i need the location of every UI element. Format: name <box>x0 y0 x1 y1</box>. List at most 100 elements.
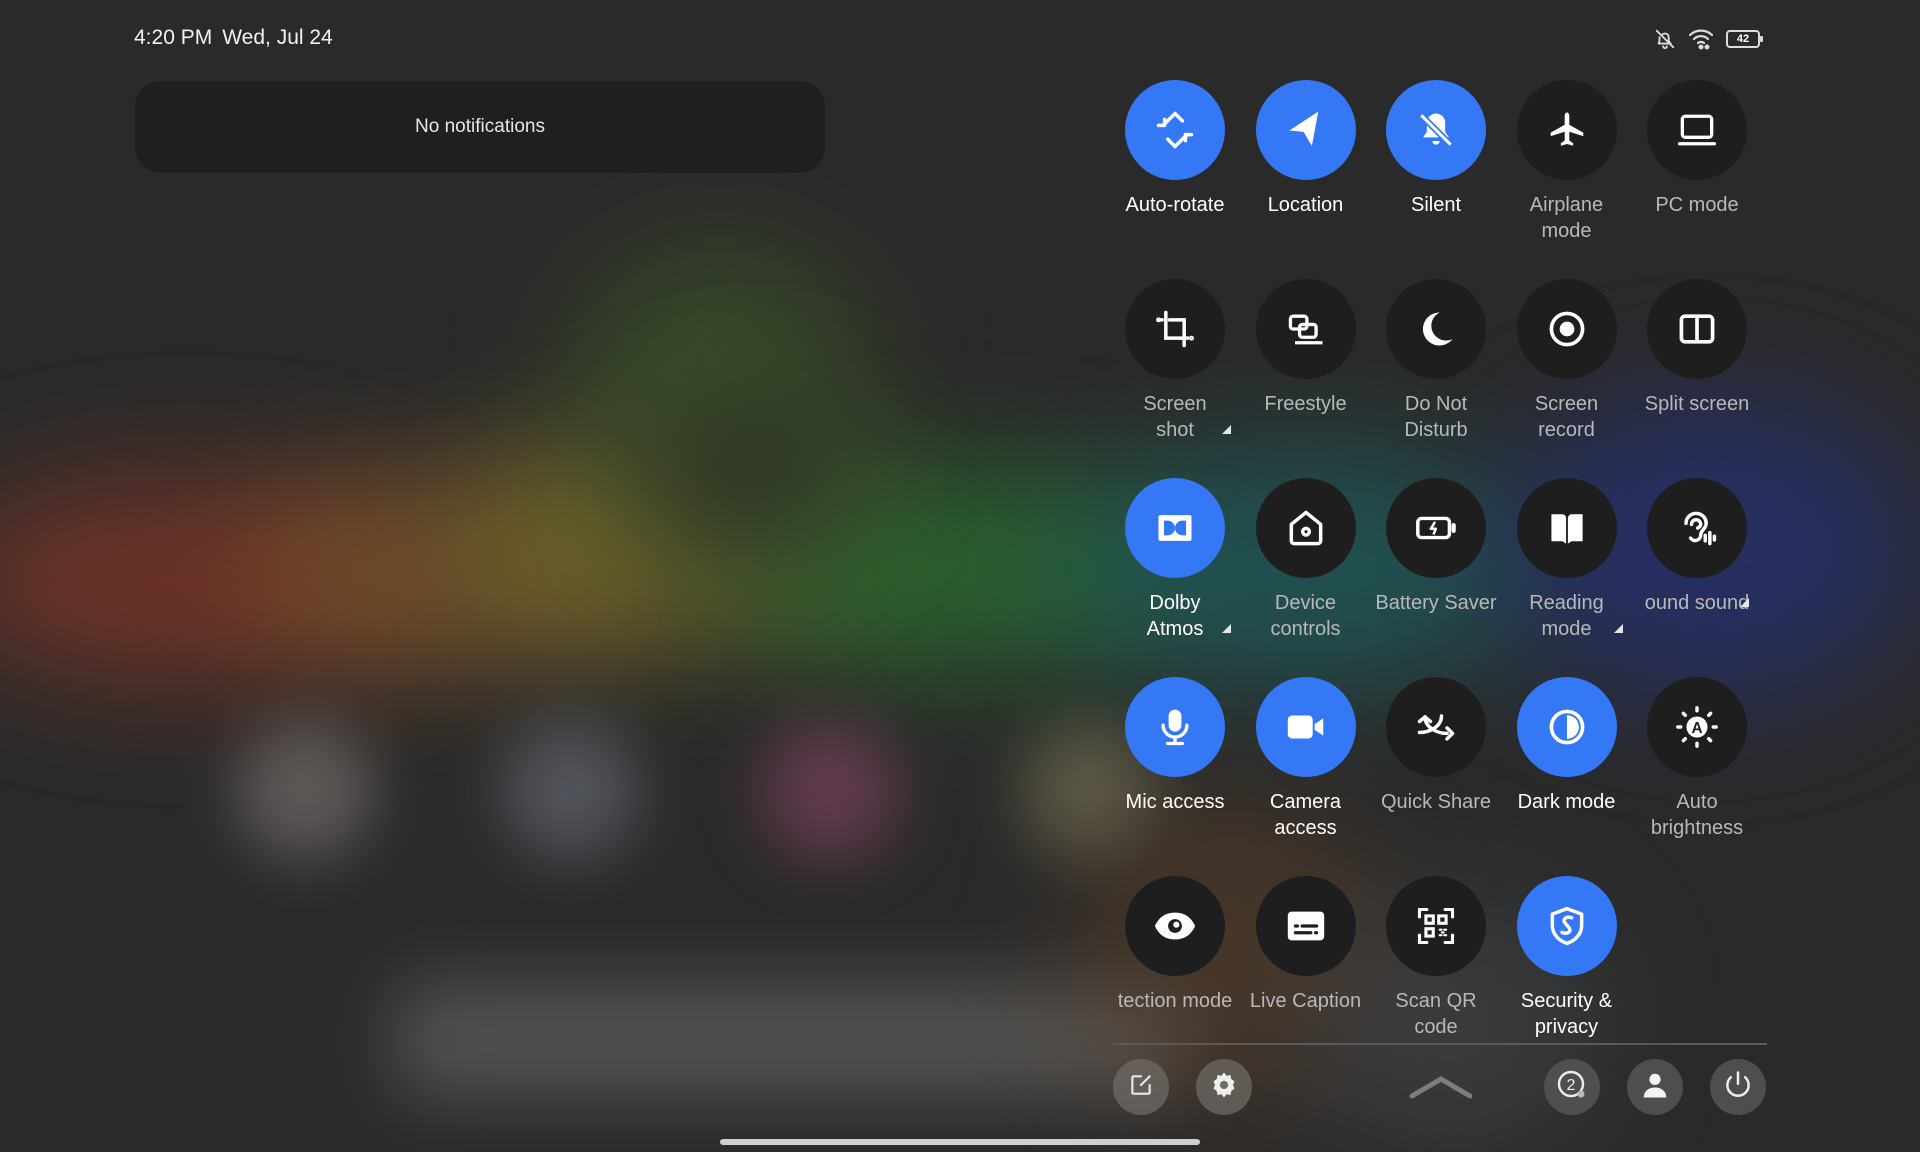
tile-toggle[interactable] <box>1386 876 1486 976</box>
tile-camera-access[interactable]: Camera access <box>1241 677 1371 841</box>
tile-toggle[interactable] <box>1125 279 1225 379</box>
tile-toggle[interactable] <box>1647 478 1747 578</box>
tile-label: Security & privacy <box>1520 990 1613 1038</box>
tile-toggle[interactable] <box>1386 279 1486 379</box>
tile-label: Do Not Disturb <box>1404 393 1468 441</box>
tile-toggle[interactable] <box>1516 279 1617 379</box>
tile-label: Quick Share <box>1380 791 1492 813</box>
caption-icon <box>1283 903 1329 949</box>
tile-toggle[interactable] <box>1255 478 1356 578</box>
tile-ound-sound[interactable]: ound sound <box>1632 478 1762 616</box>
more-options-indicator[interactable] <box>1222 425 1231 434</box>
tile-label: Auto-rotate <box>1125 194 1225 216</box>
auto-rotate-icon <box>1153 108 1197 152</box>
tile-label: Screen shot <box>1143 393 1207 441</box>
system-icons: 42 <box>1654 28 1763 50</box>
airplane-icon <box>1546 109 1588 151</box>
notification-panel: No notifications <box>135 81 825 173</box>
tile-toggle[interactable] <box>1386 80 1486 180</box>
tile-label: Live Caption <box>1249 990 1362 1012</box>
tile-quick-share[interactable]: Quick Share <box>1371 677 1501 815</box>
tile-toggle[interactable] <box>1647 80 1747 180</box>
location-icon <box>1284 108 1328 152</box>
user-button[interactable] <box>1627 1059 1683 1115</box>
user-icon <box>1640 1070 1670 1105</box>
tile-toggle[interactable] <box>1647 279 1747 379</box>
tile-screen-shot[interactable]: Screen shot <box>1110 279 1240 443</box>
svg-text:2: 2 <box>1567 1077 1576 1094</box>
edit-icon <box>1128 1072 1154 1103</box>
tile-label: Airplane mode <box>1529 194 1604 242</box>
tile-label: Device controls <box>1270 592 1341 640</box>
tile-label: Freestyle <box>1264 393 1347 415</box>
tile-toggle[interactable] <box>1255 677 1356 777</box>
tile-reading-mode[interactable]: Reading mode <box>1502 478 1632 642</box>
crop-icon <box>1153 307 1197 351</box>
power-button[interactable] <box>1710 1059 1766 1115</box>
tile-device-controls[interactable]: Device controls <box>1241 478 1371 642</box>
tile-toggle[interactable] <box>1386 478 1486 578</box>
tile-toggle[interactable] <box>1516 80 1617 180</box>
dolby-icon <box>1153 506 1197 550</box>
tile-toggle[interactable] <box>1255 279 1356 379</box>
power-icon <box>1723 1070 1753 1105</box>
tile-security-privacy[interactable]: Security & privacy <box>1502 876 1632 1040</box>
tile-toggle[interactable] <box>1516 677 1617 777</box>
more-options-indicator[interactable] <box>1613 624 1623 633</box>
tile-label: Silent <box>1410 194 1462 216</box>
tile-toggle[interactable] <box>1255 80 1356 180</box>
tile-freestyle[interactable]: Freestyle <box>1241 279 1371 417</box>
tile-pc-mode[interactable]: PC mode <box>1632 80 1762 218</box>
battery-icon: 42 <box>1726 30 1763 48</box>
tile-location[interactable]: Location <box>1241 80 1371 218</box>
moon-icon <box>1414 307 1458 351</box>
tile-airplane-mode[interactable]: Airplane mode <box>1502 80 1632 244</box>
home-icon <box>1284 506 1328 550</box>
tile-label: PC mode <box>1655 194 1739 216</box>
tile-toggle[interactable] <box>1125 677 1225 777</box>
tile-toggle[interactable] <box>1125 478 1225 578</box>
bell-off-icon <box>1654 28 1676 50</box>
tile-label: tection mode <box>1117 990 1233 1012</box>
tile-split-screen[interactable]: Split screen <box>1632 279 1762 417</box>
tile-label: Mic access <box>1125 791 1225 813</box>
tile-toggle[interactable] <box>1255 876 1356 976</box>
battery-level: 42 <box>1736 33 1750 45</box>
bell-off-icon <box>1414 108 1458 152</box>
tile-dark-mode[interactable]: Dark mode <box>1502 677 1632 815</box>
tile-label: Screen record <box>1534 393 1599 441</box>
home-indicator[interactable] <box>720 1139 1200 1145</box>
tile-toggle[interactable] <box>1386 677 1486 777</box>
tile-auto-rotate[interactable]: Auto-rotate <box>1110 80 1240 218</box>
tile-label: Dolby Atmos <box>1146 592 1204 640</box>
tile-live-caption[interactable]: Live Caption <box>1241 876 1371 1014</box>
tile-toggle[interactable]: A <box>1647 677 1747 777</box>
qr-icon <box>1414 904 1458 948</box>
tile-screen-record[interactable]: Screen record <box>1502 279 1632 443</box>
tile-label: Location <box>1267 194 1344 216</box>
divider <box>1113 1043 1767 1045</box>
more-options-indicator[interactable] <box>1740 598 1749 607</box>
tile-battery-saver[interactable]: Battery Saver <box>1371 478 1501 616</box>
dual-app-button[interactable]: 2 <box>1544 1059 1600 1115</box>
settings-button[interactable] <box>1196 1059 1252 1115</box>
tile-toggle[interactable] <box>1125 80 1225 180</box>
tile-auto-brightness[interactable]: A Auto brightness <box>1632 677 1762 841</box>
tile-scan-qr-code[interactable]: Scan QR code <box>1371 876 1501 1040</box>
tile-toggle[interactable] <box>1125 876 1225 976</box>
tile-tection-mode[interactable]: tection mode <box>1110 876 1240 1014</box>
tile-do-not-disturb[interactable]: Do Not Disturb <box>1371 279 1501 443</box>
svg-text:A: A <box>1691 720 1702 737</box>
edit-button[interactable] <box>1113 1059 1169 1115</box>
tile-mic-access[interactable]: Mic access <box>1110 677 1240 815</box>
tile-dolby-atmos[interactable]: Dolby Atmos <box>1110 478 1240 642</box>
tile-toggle[interactable] <box>1516 876 1617 976</box>
collapse-button[interactable] <box>1408 1074 1474 1105</box>
tile-label: Split screen <box>1644 393 1750 415</box>
gear-icon <box>1209 1070 1239 1105</box>
more-options-indicator[interactable] <box>1222 624 1231 633</box>
book-icon <box>1545 506 1589 550</box>
tile-toggle[interactable] <box>1516 478 1617 578</box>
split-screen-icon <box>1675 307 1719 351</box>
tile-silent[interactable]: Silent <box>1371 80 1501 218</box>
